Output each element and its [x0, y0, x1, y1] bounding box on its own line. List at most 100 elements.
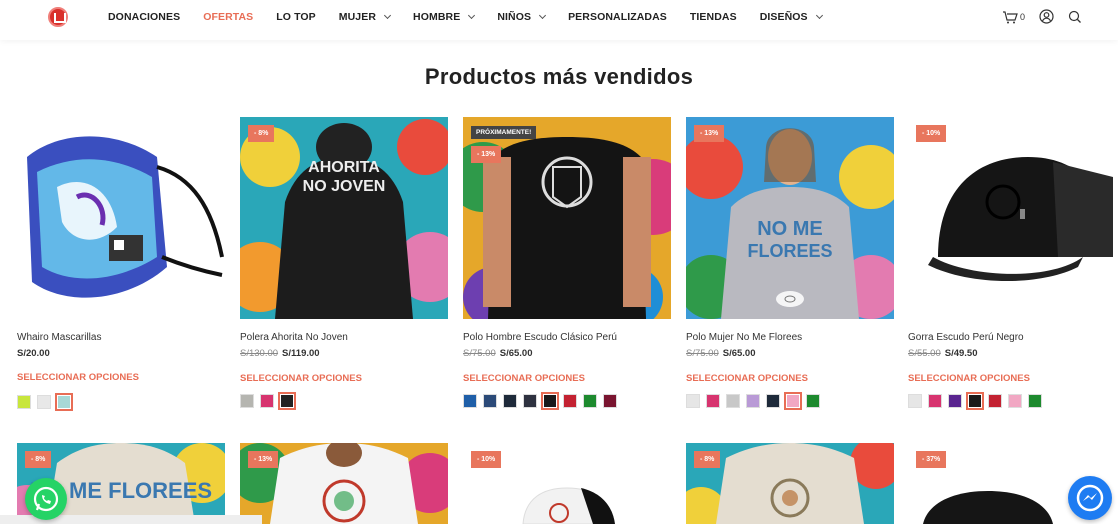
product-image[interactable]: - 10% [908, 117, 1116, 319]
whatsapp-icon [33, 486, 59, 512]
discount-badge: - 8% [248, 125, 275, 142]
nav-item-donaciones[interactable]: DONACIONES [108, 11, 180, 23]
coming-soon-badge: PRÓXIMAMENTE! [471, 126, 537, 139]
select-options-button[interactable]: SELECCIONAR OPCIONES [463, 373, 585, 384]
nav-item-label: LO TOP [276, 11, 316, 23]
product-card[interactable]: - 13% [240, 443, 448, 524]
product-price: S/55.00 S/49.50 [908, 348, 978, 359]
site-header: DONACIONES OFERTAS LO TOP MUJER HOMBRE NIÑOS P… [0, 0, 1118, 40]
product-name[interactable]: Polera Ahorita No Joven [240, 332, 348, 343]
product-name[interactable]: Gorra Escudo Perú Negro [908, 332, 1024, 343]
cart-button[interactable]: 0 [1002, 10, 1025, 24]
product-image[interactable]: - 13% [240, 443, 448, 524]
color-swatch[interactable] [948, 394, 962, 408]
nav-item-label: OFERTAS [203, 11, 254, 23]
product-name[interactable]: Polo Mujer No Me Florees [686, 332, 802, 343]
discount-badge: - 10% [471, 451, 502, 468]
product-card[interactable]: Whairo Mascarillas S/20.00 SELECCIONAR O… [17, 117, 225, 411]
whatsapp-button[interactable] [25, 478, 67, 520]
color-swatch[interactable] [463, 394, 477, 408]
discount-badge: - 8% [25, 451, 52, 468]
nav-item-niños[interactable]: NIÑOS [497, 11, 547, 23]
color-swatch[interactable] [55, 393, 73, 411]
nav-item-mujer[interactable]: MUJER [339, 11, 392, 23]
color-swatch[interactable] [278, 392, 296, 410]
color-swatch[interactable] [746, 394, 760, 408]
color-swatch[interactable] [17, 395, 31, 409]
product-image[interactable]: - 8% [686, 443, 894, 524]
messenger-button[interactable] [1068, 476, 1112, 520]
discount-badge: - 10% [916, 125, 947, 142]
product-name[interactable]: Polo Hombre Escudo Clásico Perú [463, 332, 617, 343]
nav-item-label: TIENDAS [689, 11, 737, 23]
color-swatch[interactable] [726, 394, 740, 408]
header-icons: 0 [1002, 9, 1082, 24]
color-swatch[interactable] [260, 394, 274, 408]
product-name[interactable]: Whairo Mascarillas [17, 332, 101, 343]
product-image[interactable] [17, 117, 225, 319]
account-icon[interactable] [1039, 9, 1054, 24]
color-swatch[interactable] [686, 394, 700, 408]
product-card[interactable]: - 10% Gorra Escudo Perú Negro S/55.00 S/4… [908, 117, 1116, 410]
color-swatch[interactable] [37, 395, 51, 409]
select-options-button[interactable]: SELECCIONAR OPCIONES [17, 372, 139, 383]
logo[interactable] [48, 7, 68, 27]
chevron-down-icon [815, 11, 823, 20]
select-options-button[interactable]: SELECCIONAR OPCIONES [686, 373, 808, 384]
messenger-icon [1076, 484, 1104, 512]
product-image[interactable]: - 10% [463, 443, 671, 524]
color-swatch[interactable] [583, 394, 597, 408]
product-current-price: S/65.00 [722, 348, 756, 359]
nav-item-label: DISEÑOS [759, 11, 808, 23]
color-swatch[interactable] [966, 392, 984, 410]
svg-text:NO ME: NO ME [757, 218, 823, 240]
cart-count: 0 [1019, 11, 1025, 22]
color-swatch[interactable] [1008, 394, 1022, 408]
color-swatch[interactable] [1028, 394, 1042, 408]
cart-icon [1002, 10, 1018, 23]
color-swatches [240, 392, 296, 410]
product-card[interactable]: - 8% [686, 443, 894, 524]
old-price: S/75.00 [686, 348, 719, 359]
product-card[interactable]: PRÓXIMAMENTE! - 13% Polo Hombre Escudo C… [463, 117, 671, 410]
product-card[interactable]: - 10% [463, 443, 671, 524]
product-image[interactable]: AHORITA NO JOVEN - 8% [240, 117, 448, 319]
color-swatch[interactable] [706, 394, 720, 408]
color-swatch[interactable] [240, 394, 254, 408]
product-image[interactable]: NO ME FLOREES - 13% [686, 117, 894, 319]
color-swatches [686, 392, 820, 410]
discount-badge: - 13% [694, 125, 725, 142]
main-nav: DONACIONES OFERTAS LO TOP MUJER HOMBRE NIÑOS P… [108, 11, 845, 23]
svg-text:NO JOVEN: NO JOVEN [303, 178, 386, 195]
nav-item-label: PERSONALIZADAS [568, 11, 667, 23]
product-card[interactable]: NO ME FLOREES - 13% Polo Mujer No Me Flo… [686, 117, 894, 410]
product-price: S/130.00 S/119.00 [240, 348, 320, 359]
color-swatch[interactable] [503, 394, 517, 408]
nav-item-lo-top[interactable]: LO TOP [276, 11, 316, 23]
nav-item-personalizadas[interactable]: PERSONALIZADAS [568, 11, 667, 23]
select-options-button[interactable]: SELECCIONAR OPCIONES [908, 373, 1030, 384]
product-current-price: S/119.00 [282, 348, 320, 359]
product-card[interactable]: AHORITA NO JOVEN - 8% Polera Ahorita No … [240, 117, 448, 410]
color-swatch[interactable] [603, 394, 617, 408]
color-swatch[interactable] [766, 394, 780, 408]
nav-item-tiendas[interactable]: TIENDAS [690, 11, 737, 23]
color-swatch[interactable] [928, 394, 942, 408]
nav-item-label: DONACIONES [108, 11, 181, 23]
color-swatch[interactable] [541, 392, 559, 410]
color-swatch[interactable] [988, 394, 1002, 408]
product-image[interactable]: PRÓXIMAMENTE! - 13% [463, 117, 671, 319]
color-swatch[interactable] [523, 394, 537, 408]
color-swatch[interactable] [908, 394, 922, 408]
color-swatch[interactable] [806, 394, 820, 408]
search-icon[interactable] [1068, 10, 1082, 24]
color-swatch[interactable] [483, 394, 497, 408]
nav-item-diseños[interactable]: DISEÑOS [759, 11, 823, 23]
select-options-button[interactable]: SELECCIONAR OPCIONES [240, 373, 362, 384]
color-swatch[interactable] [563, 394, 577, 408]
color-swatch[interactable] [784, 392, 802, 410]
discount-badge: - 37% [916, 451, 947, 468]
nav-item-ofertas[interactable]: OFERTAS [203, 11, 253, 23]
nav-item-hombre[interactable]: HOMBRE [413, 11, 476, 23]
color-swatches [908, 392, 1042, 410]
